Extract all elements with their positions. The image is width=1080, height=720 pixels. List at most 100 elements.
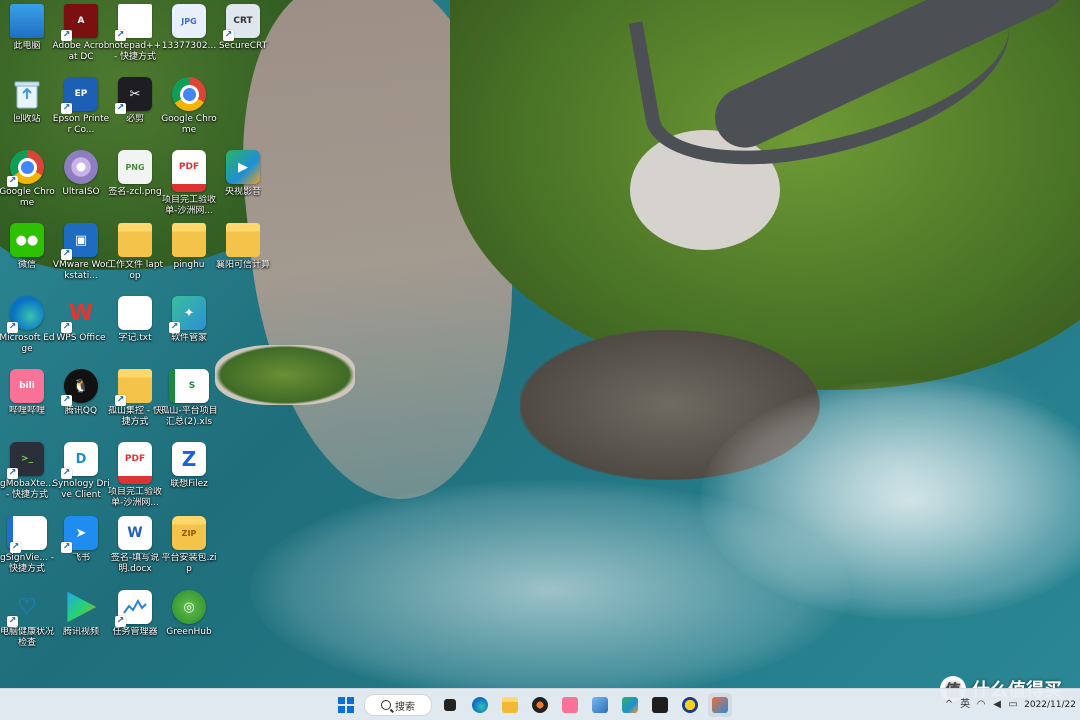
wps-icon: W ↗ (61, 300, 94, 333)
clock[interactable]: 2022/11/22 (1024, 700, 1076, 711)
wifi-icon[interactable]: ◠ (976, 700, 986, 710)
bijian-icon: ✂ ↗ (115, 77, 152, 114)
desktop-icon-label: Epson Printer Co... (52, 114, 110, 135)
desktop-icon-mobaxterm[interactable]: >_ ↗ gMobaXte... - 快捷方式 (0, 442, 54, 501)
epson-icon: EP ↗ (61, 77, 98, 114)
desktop-icon-tencent-video[interactable]: 腾讯视频 (54, 590, 108, 638)
desktop-icon-label: 13377302... (161, 41, 217, 51)
desktop-icon-greenhub[interactable]: ◎ GreenHub (162, 590, 216, 638)
desktop-icon-folder-work[interactable]: 工作文件 laptop (106, 223, 164, 282)
desktop-icon-cctv-player[interactable]: ▶ 央视影音 (216, 150, 270, 198)
desktop-icon-bilibili[interactable]: bili 哔哩哔哩 (0, 369, 54, 417)
desktop-icon-task-manager[interactable]: ↗ 任务管理器 (108, 590, 162, 638)
desktop-icon-recycle-bin[interactable]: 回收站 (0, 77, 54, 125)
desktop-icon-wps[interactable]: W ↗ WPS Office (54, 296, 108, 344)
task-view-icon (444, 699, 456, 711)
filez-icon: Z (172, 442, 206, 476)
desktop-icon-label: gSignVie... - 快捷方式 (0, 553, 55, 574)
file-explorer-icon (502, 697, 518, 713)
desktop-icon-label: Synology Drive Client (52, 479, 110, 500)
desktop-icon-label: 腾讯QQ (64, 406, 98, 416)
taskbar-cctv-player-button[interactable] (618, 693, 642, 717)
desktop-icon-this-pc[interactable]: 此电脑 (0, 4, 54, 52)
desktop-icon-label: VMware Workstati... (52, 260, 110, 281)
desktop-icon-zip-file[interactable]: ZIP 平台安装包.zip (161, 516, 217, 575)
text-file-icon (118, 296, 152, 330)
chevron-up-icon[interactable]: ^ (944, 700, 954, 710)
taskbar-edge-button[interactable] (468, 693, 492, 717)
bilibili-icon: bili (10, 369, 44, 403)
jpg-file-icon: JPG (172, 4, 206, 38)
desktop-icon-jpg-file[interactable]: JPG 13377302... (162, 4, 216, 52)
desktop-icon-feishu[interactable]: ➤ ↗ 飞书 (54, 516, 108, 564)
desktop-icon-docx-file[interactable]: W 签名-填写说明.docx (108, 516, 162, 575)
taskbar-photos-button[interactable] (588, 693, 612, 717)
desktop-icon-software-manager[interactable]: ✦ ↗ 软件管家 (162, 296, 216, 344)
chrome-icon (172, 77, 206, 111)
taskbar-file-explorer-button[interactable] (498, 693, 522, 717)
desktop-icon-label: 哔哩哔哩 (8, 406, 45, 416)
desktop-icon-ultraiso[interactable]: UltraISO (54, 150, 108, 198)
desktop-icon-pdf-file[interactable]: PDF 项目完工验收单-沙洲网... (162, 150, 216, 217)
desktop-icon-label: Adobe Acrobat DC (52, 41, 110, 62)
desktop-icon-securecrt[interactable]: CRT ↗ SecureCRT (216, 4, 270, 52)
desktop-icon-label: 飞书 (71, 553, 90, 563)
desktop-icon-label: Google Chrome (161, 114, 217, 135)
desktop-icon-label: 孤山集控 - 快捷方式 (108, 406, 162, 427)
desktop-icon-pdf-file-2[interactable]: PDF 项目完工验收单-沙洲网... (108, 442, 162, 509)
desktop-icon-signview[interactable]: ↗ gSignVie... - 快捷方式 (0, 516, 54, 575)
taskbar-xmanager-button[interactable] (678, 693, 702, 717)
software-manager-icon: ✦ ↗ (169, 296, 206, 333)
chrome-icon: ↗ (7, 150, 44, 187)
monitor-icon (10, 4, 44, 38)
desktop-icon-label: notepad++ - 快捷方式 (108, 41, 162, 62)
taskbar-terminal-button[interactable] (648, 693, 672, 717)
bilibili-icon (562, 697, 578, 713)
securecrt-icon: CRT ↗ (223, 4, 260, 41)
desktop-icon-txt-file[interactable]: 字记.txt (108, 296, 162, 344)
desktop-icon-label: 必剪 (125, 114, 144, 124)
photos-icon (592, 697, 608, 713)
task-view-button[interactable] (438, 693, 462, 717)
desktop-icon-chrome[interactable]: Google Chrome (161, 77, 217, 136)
battery-icon[interactable]: ▭ (1008, 700, 1018, 710)
pdf-icon: A ↗ (61, 4, 98, 41)
desktop-icon-filez[interactable]: Z 联想Filez (162, 442, 216, 490)
png-file-icon: PNG (118, 150, 152, 184)
taskbar-bilibili-button[interactable] (558, 693, 582, 717)
desktop-icon-vmware[interactable]: ▣ ↗ VMware Workstati... (52, 223, 110, 282)
desktop-icon-label: UltraISO (62, 187, 100, 197)
folder-icon: ↗ (115, 369, 152, 406)
language-indicator[interactable]: 英 (960, 700, 970, 710)
mobaxterm-icon: >_ ↗ (7, 442, 44, 479)
document-icon: ↗ (115, 4, 152, 41)
desktop-icon-chrome-shortcut[interactable]: ↗ Google Chrome (0, 150, 55, 209)
desktop-icon-synology[interactable]: D ↗ Synology Drive Client (52, 442, 110, 501)
desktop-icon-notepadpp[interactable]: ↗ notepad++ - 快捷方式 (108, 4, 162, 63)
desktop-icon-epson[interactable]: EP ↗ Epson Printer Co... (52, 77, 110, 136)
desktop-icon-bijian[interactable]: ✂ ↗ 必剪 (108, 77, 162, 125)
desktop-icon-folder-pinghu[interactable]: pinghu (162, 223, 216, 271)
excel-file-icon: S (169, 369, 209, 403)
desktop-icon-label: 软件管家 (170, 333, 207, 343)
desktop-icon-wechat[interactable]: ●● 微信 (0, 223, 54, 271)
feishu-icon: ➤ ↗ (61, 516, 98, 553)
taskbar-snipping-tool-button[interactable] (708, 693, 732, 717)
taskbar-media-player-button[interactable] (528, 693, 552, 717)
media-player-icon (532, 697, 548, 713)
desktop-icon-label: pinghu (173, 260, 205, 270)
volume-icon[interactable]: ◀ (992, 700, 1002, 710)
desktop-icon-png-file[interactable]: PNG 签名-zcl.png (108, 150, 162, 198)
desktop-icon-label: 任务管理器 (112, 627, 158, 637)
desktop-icon-label: 工作文件 laptop (106, 260, 164, 281)
desktop-icon-folder-gushan[interactable]: ↗ 孤山集控 - 快捷方式 (108, 369, 162, 428)
desktop-icon-xls-file[interactable]: S 孤山-平台项目汇总(2).xls (160, 369, 218, 428)
desktop-icon-edge[interactable]: ↗ Microsoft Edge (0, 296, 55, 355)
desktop-icon-folder-xiangyang[interactable]: 襄阳可信计算 (216, 223, 270, 271)
desktop-icon-health-check[interactable]: ♡ ↗ 电脑健康状况检查 (0, 590, 54, 649)
taskbar-search-button[interactable]: 搜索 (364, 694, 432, 716)
start-button[interactable] (334, 693, 358, 717)
desktop-icon-qq[interactable]: 🐧 ↗ 腾讯QQ (54, 369, 108, 417)
player-icon: ▶ (226, 150, 260, 184)
desktop-icon-acrobat[interactable]: A ↗ Adobe Acrobat DC (52, 4, 110, 63)
